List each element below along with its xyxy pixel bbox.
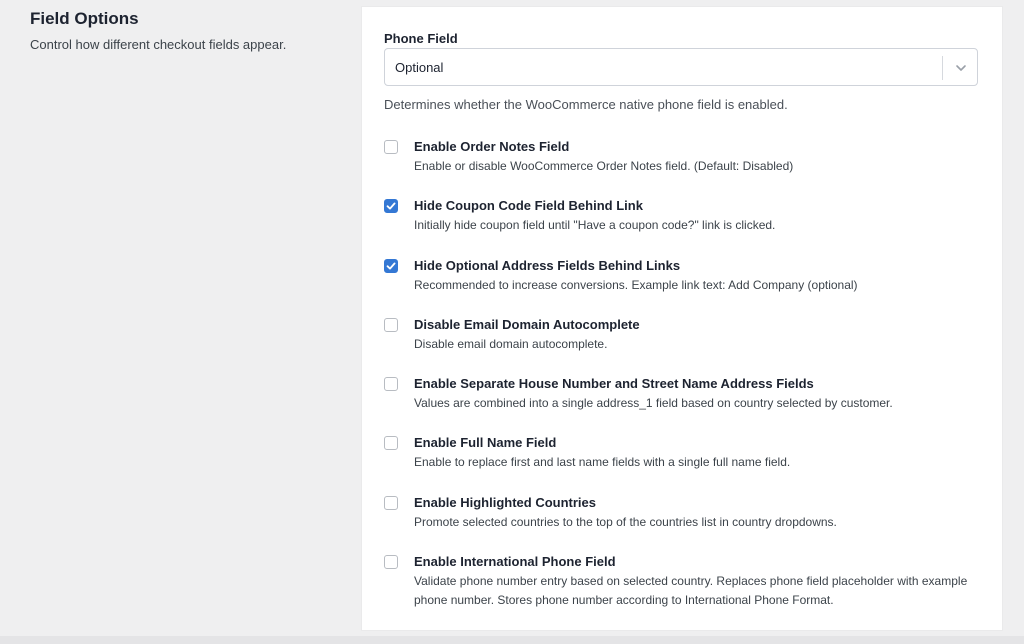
option-description: Enable or disable WooCommerce Order Note… — [414, 159, 794, 173]
section-header: Field Options Control how different chec… — [30, 8, 330, 54]
section-title: Field Options — [30, 9, 139, 28]
option-title: Enable Separate House Number and Street … — [414, 376, 814, 391]
phone-field-help-text: Determines whether the WooCommerce nativ… — [384, 97, 788, 112]
option-description: Enable to replace first and last name fi… — [414, 455, 791, 469]
option-title: Enable Order Notes Field — [414, 139, 570, 154]
order-notes-checkbox[interactable] — [384, 140, 398, 154]
phone-field-selected-value: Optional — [395, 60, 444, 75]
house-number-checkbox[interactable] — [384, 377, 398, 391]
option-title: Enable Full Name Field — [414, 435, 557, 450]
chevron-down-icon[interactable] — [953, 60, 969, 76]
phone-field-select[interactable]: Optional — [384, 48, 978, 86]
bottom-strip — [0, 636, 1024, 644]
option-description: Disable email domain autocomplete. — [414, 337, 608, 351]
full-name-checkbox[interactable] — [384, 436, 398, 450]
international-phone-checkbox[interactable] — [384, 555, 398, 569]
option-title: Disable Email Domain Autocomplete — [414, 317, 640, 332]
option-title: Hide Coupon Code Field Behind Link — [414, 198, 643, 213]
option-title: Enable International Phone Field — [414, 554, 616, 569]
option-description: Promote selected countries to the top of… — [414, 515, 837, 529]
option-description: Recommended to increase conversions. Exa… — [414, 278, 858, 292]
option-title: Hide Optional Address Fields Behind Link… — [414, 258, 681, 273]
option-description: Initially hide coupon field until "Have … — [414, 218, 776, 232]
highlighted-countries-checkbox[interactable] — [384, 496, 398, 510]
settings-page: Field Options Control how different chec… — [0, 0, 1024, 644]
email-autocomplete-checkbox[interactable] — [384, 318, 398, 332]
coupon-code-checkbox[interactable] — [384, 199, 398, 213]
optional-address-checkbox[interactable] — [384, 259, 398, 273]
section-description: Control how different checkout fields ap… — [30, 37, 287, 52]
option-title: Enable Highlighted Countries — [414, 495, 597, 510]
option-description: Values are combined into a single addres… — [414, 396, 893, 410]
phone-field-label: Phone Field — [384, 31, 458, 46]
select-divider — [942, 56, 943, 80]
field-options-card: Phone Field Optional Determines whether … — [362, 7, 1002, 630]
option-description: Validate phone number entry based on sel… — [414, 574, 968, 607]
